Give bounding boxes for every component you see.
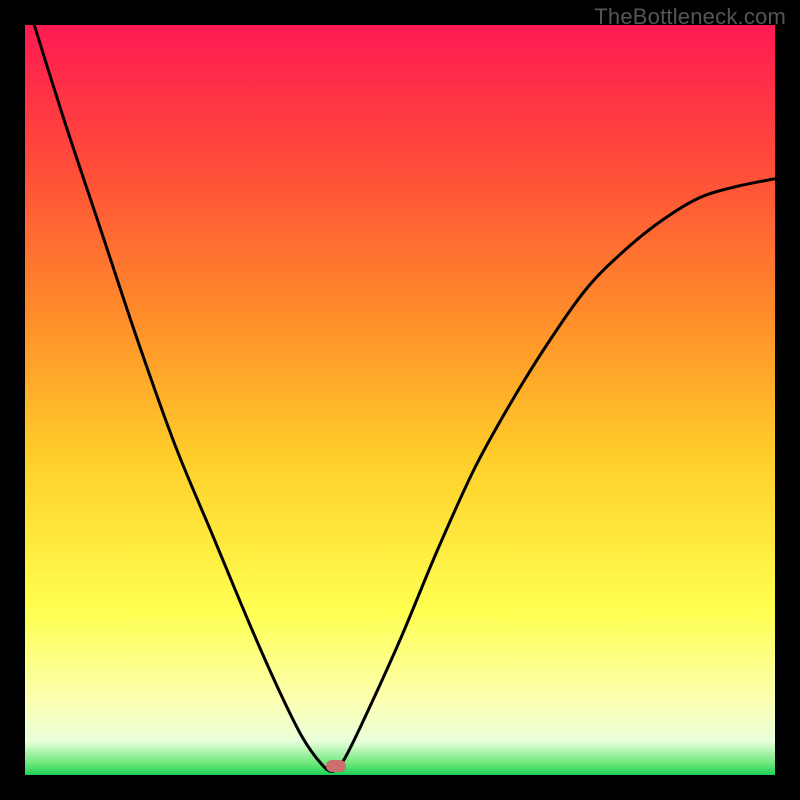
watermark-text: TheBottleneck.com [594, 4, 786, 30]
plot-area [25, 25, 775, 775]
optimal-marker [326, 760, 346, 772]
gradient-background [25, 25, 775, 775]
chart-svg [25, 25, 775, 775]
